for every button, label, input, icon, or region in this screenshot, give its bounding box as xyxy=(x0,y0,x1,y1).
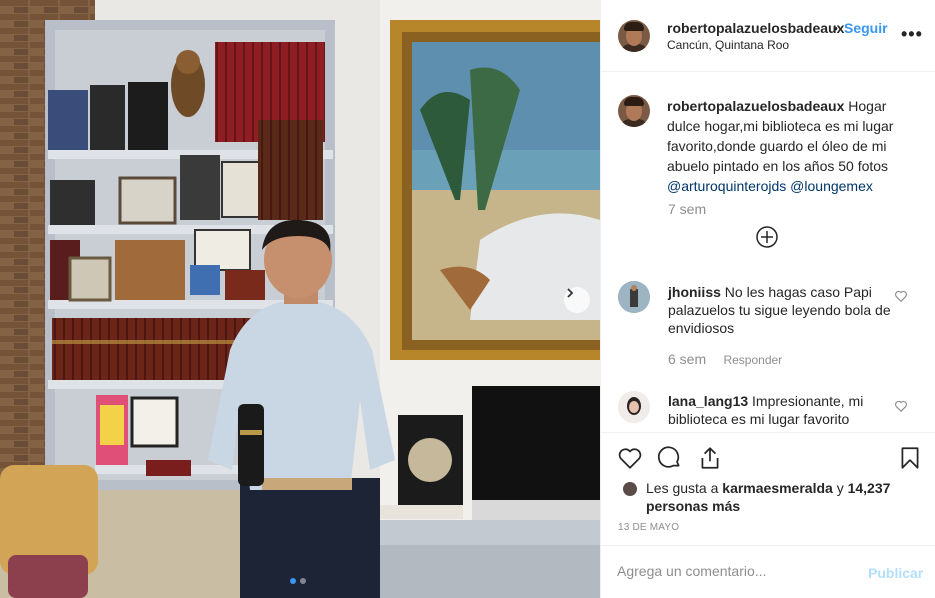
caption-timestamp[interactable]: 7 sem xyxy=(668,201,706,217)
comment-icon[interactable] xyxy=(657,445,683,471)
comment-meta: 6 sem Responder xyxy=(668,351,782,367)
comment-heart-icon[interactable] xyxy=(894,289,908,303)
carousel-dot xyxy=(300,578,306,584)
post-details-panel: robertopalazuelosbadeaux • Seguir Cancún… xyxy=(600,0,935,598)
post-location[interactable]: Cancún, Quintana Roo xyxy=(667,38,789,52)
post-comment-button[interactable]: Publicar xyxy=(868,565,923,581)
load-more-comments-icon[interactable] xyxy=(755,225,779,249)
comment: jhoniiss No les hagas caso Papi palazuel… xyxy=(668,283,900,337)
likes-summary: Les gusta a karmaesmeralda y 14,237 pers… xyxy=(646,479,926,515)
chevron-right-icon xyxy=(567,288,574,298)
caption-username[interactable]: robertopalazuelosbadeaux xyxy=(667,98,844,114)
post-header: robertopalazuelosbadeaux • Seguir Cancún… xyxy=(601,0,935,72)
author-username[interactable]: robertopalazuelosbadeaux xyxy=(667,20,844,36)
follow-button[interactable]: Seguir xyxy=(844,20,888,36)
carousel-dot-active xyxy=(290,578,296,584)
comment-username[interactable]: jhoniiss xyxy=(668,284,721,300)
comment-timestamp[interactable]: 6 sem xyxy=(668,351,706,367)
comment-heart-icon[interactable] xyxy=(894,399,908,413)
caption-mention[interactable]: @loungemex xyxy=(790,178,873,194)
commenter-avatar[interactable] xyxy=(618,391,650,423)
caption-author-avatar[interactable] xyxy=(618,95,650,127)
likes-joiner: y xyxy=(836,480,844,496)
post-actions xyxy=(601,432,935,482)
author-avatar[interactable] xyxy=(618,20,650,52)
bookmark-icon[interactable] xyxy=(897,445,923,471)
add-comment-bar: Agrega un comentario... Publicar xyxy=(601,545,935,598)
next-slide-button[interactable] xyxy=(564,287,590,313)
post-image[interactable] xyxy=(0,0,600,598)
commenter-avatar[interactable] xyxy=(618,281,650,313)
heart-icon[interactable] xyxy=(617,445,643,471)
reply-button[interactable]: Responder xyxy=(723,353,782,367)
share-icon[interactable] xyxy=(697,445,723,471)
post-date[interactable]: 13 DE MAYO xyxy=(618,522,679,533)
post-caption: robertopalazuelosbadeaux Hogar dulce hog… xyxy=(667,96,919,196)
caption-mention[interactable]: @arturoquinterojds xyxy=(667,178,786,194)
comment-username[interactable]: lana_lang13 xyxy=(668,393,748,409)
carousel-dots xyxy=(290,578,306,584)
liker-avatar[interactable] xyxy=(623,482,637,496)
more-horizontal-icon[interactable]: ••• xyxy=(901,24,923,45)
comments-section[interactable]: robertopalazuelosbadeaux Hogar dulce hog… xyxy=(601,73,935,430)
comment-input[interactable]: Agrega un comentario... xyxy=(617,563,847,579)
comment: lana_lang13 Impresionante, mi biblioteca… xyxy=(668,392,900,428)
post-photo-illustration xyxy=(0,0,600,598)
liker-username[interactable]: karmaesmeralda xyxy=(722,480,833,496)
header-separator: • xyxy=(833,20,838,36)
likes-prefix: Les gusta a xyxy=(646,480,719,496)
